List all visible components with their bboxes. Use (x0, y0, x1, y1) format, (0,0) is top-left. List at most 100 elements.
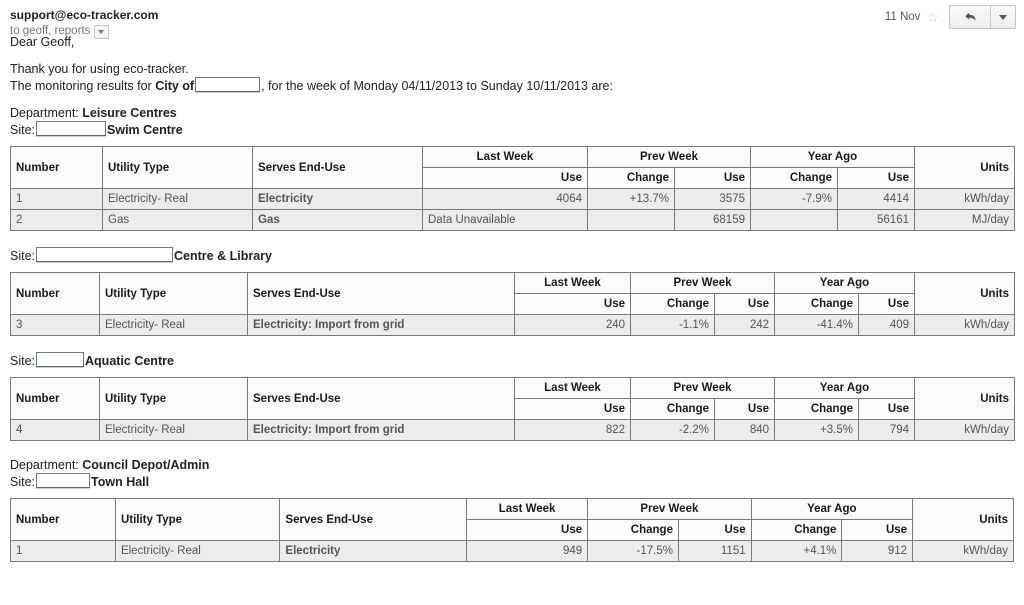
col-year-ago: Year Ago (774, 272, 915, 294)
cell-last-week-use: 949 (466, 540, 589, 562)
site-name-0: Swim Centre (107, 123, 183, 137)
col-prev-week: Prev Week (587, 146, 751, 168)
email-body: Dear Geoff, Thank you for using eco-trac… (0, 34, 1024, 138)
cell-prev-change: -2.2% (630, 419, 715, 441)
cell-prev-use: 840 (714, 419, 775, 441)
email-header-actions: 11 Nov ☆ (885, 5, 1016, 29)
redacted-city-name (195, 77, 261, 92)
cell-year-use: 794 (858, 419, 915, 441)
results-prefix: The monitoring results for (10, 79, 156, 93)
cell-serves-end-use: Electricity (279, 540, 468, 562)
col-year-change: Change (750, 519, 843, 541)
cell-last-week-use: 822 (514, 419, 631, 441)
email-date: 11 Nov (884, 11, 921, 23)
cell-number: 4 (10, 419, 100, 441)
col-year-use: Use (858, 293, 915, 315)
col-prev-use: Use (714, 293, 775, 315)
redacted-site-name-2 (36, 352, 85, 367)
table-header-row: Number Utility Type Serves End-Use Last … (10, 377, 1015, 420)
cell-serves-end-use: Electricity (252, 188, 423, 210)
department-label-3: Department: (10, 458, 79, 472)
cell-last-week-use: 4064 (422, 188, 588, 210)
cell-prev-use: 3575 (674, 188, 751, 210)
department-line-0: Department: Leisure Centres (10, 105, 1014, 121)
cell-year-use: 912 (841, 540, 914, 562)
email-header: support@eco-tracker.com to geoff, report… (0, 0, 1024, 39)
cell-prev-use: 68159 (674, 209, 751, 231)
reply-button[interactable] (949, 5, 991, 29)
email-action-buttons (949, 5, 1016, 29)
site-label-1: Site: (10, 249, 36, 263)
col-prev-use: Use (674, 167, 751, 189)
cell-prev-change: -1.1% (630, 314, 715, 336)
cell-number: 1 (10, 188, 103, 210)
col-last-week: Last Week (466, 498, 589, 520)
col-utility-type: Utility Type (99, 272, 248, 315)
cell-year-change (750, 209, 838, 231)
col-utility-type: Utility Type (99, 377, 248, 420)
cell-units: MJ/day (914, 209, 1015, 231)
cell-last-week-use: Data Unavailable (422, 209, 588, 231)
table-wrapper-3: Number Utility Type Serves End-Use Last … (0, 498, 1024, 562)
col-number: Number (10, 377, 100, 420)
department-name-0: Leisure Centres (82, 106, 177, 120)
col-last-week-use: Use (466, 519, 589, 541)
col-serves-end-use: Serves End-Use (247, 377, 515, 420)
city-of-label: City of (155, 79, 195, 93)
results-line: The monitoring results for City of , for … (10, 77, 1014, 94)
section-heading-3: Department: Council Depot/Admin Site: Tow… (0, 457, 1024, 490)
results-suffix: , for the week of Monday 04/11/2013 to S… (261, 79, 613, 93)
cell-prev-change (587, 209, 675, 231)
cell-prev-change: -17.5% (587, 540, 679, 562)
cell-year-use: 4414 (837, 188, 915, 210)
cell-units: kWh/day (914, 188, 1015, 210)
cell-year-change: -7.9% (750, 188, 838, 210)
star-icon[interactable]: ☆ (926, 10, 939, 24)
col-prev-week: Prev Week (630, 377, 775, 399)
site-name-1: Centre & Library (174, 249, 272, 263)
col-year-ago: Year Ago (750, 146, 915, 168)
col-prev-use: Use (677, 519, 752, 541)
cell-units: kWh/day (914, 314, 1015, 336)
cell-utility-type: Electricity- Real (114, 540, 281, 562)
table-wrapper-1: Number Utility Type Serves End-Use Last … (0, 272, 1024, 336)
department-label-0: Department: (10, 106, 79, 120)
cell-prev-use: 242 (714, 314, 775, 336)
table-row: 3 Electricity- Real Electricity: Import … (10, 314, 1015, 336)
cell-serves-end-use: Gas (252, 209, 423, 231)
cell-prev-change: +13.7% (587, 188, 675, 210)
cell-year-use: 409 (858, 314, 915, 336)
cell-year-change: +3.5% (774, 419, 859, 441)
cell-serves-end-use: Electricity: Import from grid (247, 419, 515, 441)
section-heading-2: Site: Aquatic Centre (0, 352, 1024, 369)
department-line-3: Department: Council Depot/Admin (10, 457, 1014, 473)
report-table-1: Number Utility Type Serves End-Use Last … (10, 272, 1015, 336)
cell-last-week-use: 240 (514, 314, 631, 336)
col-last-week: Last Week (514, 272, 631, 294)
more-options-button[interactable] (991, 5, 1016, 29)
col-prev-use: Use (714, 398, 775, 420)
col-prev-change: Change (587, 167, 675, 189)
cell-prev-use: 1151 (677, 540, 752, 562)
chevron-down-icon (999, 14, 1007, 20)
table-header-row: Number Utility Type Serves End-Use Last … (10, 272, 1015, 315)
col-prev-change: Change (630, 398, 715, 420)
col-prev-change: Change (630, 293, 715, 315)
col-utility-type: Utility Type (114, 498, 281, 541)
recipient-details-chevron-down-icon[interactable] (94, 24, 110, 39)
cell-utility-type: Electricity- Real (102, 188, 253, 210)
col-number: Number (10, 146, 103, 189)
col-prev-change: Change (587, 519, 679, 541)
col-year-use: Use (858, 398, 915, 420)
table-wrapper-0: Number Utility Type Serves End-Use Last … (0, 146, 1024, 231)
sender-address: support@eco-tracker.com (10, 8, 159, 22)
table-wrapper-2: Number Utility Type Serves End-Use Last … (0, 377, 1024, 441)
cell-year-use: 56161 (837, 209, 915, 231)
site-label-2: Site: (10, 354, 36, 368)
redacted-site-name-1 (36, 247, 174, 262)
col-year-ago: Year Ago (774, 377, 915, 399)
col-last-week-use: Use (514, 293, 631, 315)
col-year-change: Change (774, 398, 859, 420)
col-number: Number (10, 272, 100, 315)
col-last-week-use: Use (514, 398, 631, 420)
